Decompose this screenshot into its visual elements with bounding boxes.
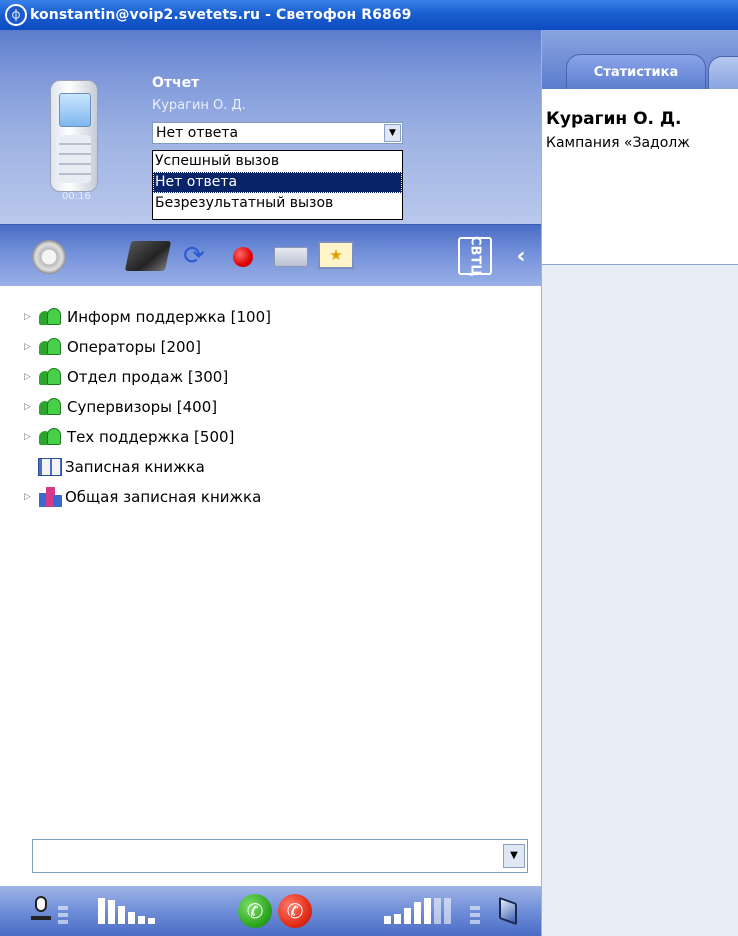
call-result-option[interactable]: Успешный вызов [153,151,402,172]
expand-icon[interactable]: ▷ [24,342,34,352]
call-timer: 00:16 [62,191,91,202]
expand-icon[interactable]: ▷ [24,402,34,412]
speaker-level-bar [470,913,480,917]
tab-next[interactable] [708,56,738,89]
speaker-level-bar [444,898,451,924]
group-icon [38,337,64,357]
shared-book-icon [38,487,62,507]
number-input[interactable]: ▼ [32,839,528,873]
left-panel: 00:16 Отчет Курагин О. Д. Нет ответа ▼ У… [0,30,541,936]
status-bar: ✆ ✆ [0,886,541,936]
call-header: 00:16 Отчет Курагин О. Д. Нет ответа ▼ У… [0,30,541,224]
window-title-bar: ⏀ konstantin@voip2.svetets.ru - Светофон… [0,0,738,30]
campaign-text: Кампания «Задолж [546,135,690,151]
speaker-level-bar [470,906,480,910]
speaker-icon[interactable] [497,896,519,926]
call-result-select[interactable]: Нет ответа ▼ [152,122,403,144]
mic-level-bar [98,898,105,924]
record-icon[interactable] [233,247,253,267]
mic-level-bar [58,920,68,924]
tree-item[interactable]: ▷ Общая записная книжка [0,482,541,512]
tree-item-label: Информ поддержка [100] [67,308,271,326]
group-icon [38,307,64,327]
mic-level-bar [148,918,155,924]
mic-level-bar [58,906,68,910]
report-label: Отчет [152,75,200,91]
contacts-tree: ▷ Информ поддержка [100] ▷ Операторы [20… [0,286,541,836]
tree-item-label: Операторы [200] [67,338,201,356]
expand-icon[interactable]: ▷ [24,432,34,442]
group-icon [38,397,64,417]
collapse-icon[interactable]: ‹ [512,243,530,269]
caller-name: Курагин О. Д. [152,98,246,113]
group-icon [38,367,64,387]
expand-icon[interactable]: ▷ [24,312,34,322]
call-result-option[interactable]: Нет ответа [153,172,402,193]
caller-name-heading: Курагин О. Д. [546,109,682,129]
tree-item[interactable]: ▷ Отдел продаж [300] [0,362,541,392]
tree-item[interactable]: ▷ Информ поддержка [100] [0,302,541,332]
svetofon-logo-icon: ⏀ [5,4,27,26]
right-panel: Статистика Курагин О. Д. Кампания «Задол… [541,30,738,936]
mic-level-bar [128,912,135,924]
call-result-dropdown: Успешный вызов Нет ответа Безрезультатны… [152,150,403,220]
phone-accept-icon: ✆ [246,899,264,923]
tree-item[interactable]: ▷ Тех поддержка [500] [0,422,541,452]
speaker-level-bar [384,916,391,924]
speaker-level-bar [404,908,411,924]
address-book-icon [38,458,62,476]
group-icon [38,427,64,447]
call-result-option[interactable]: Безрезультатный вызов [153,193,402,214]
call-result-value: Нет ответа [156,125,239,141]
tab-statistics[interactable]: Статистика [566,54,706,89]
tree-item-label: Супервизоры [400] [67,398,218,416]
gear-icon[interactable] [32,240,66,274]
phone-icon [50,80,98,192]
book-icon[interactable] [124,241,172,271]
main-toolbar: ⟳ ★ СВТЦ ‹ [0,224,541,286]
caller-info-panel: Курагин О. Д. Кампания «Задолж [542,89,738,265]
tree-item-label: Общая записная книжка [65,488,262,506]
svetets-logo-icon[interactable]: СВТЦ [458,236,492,276]
mic-level-bar [118,906,125,924]
mic-level-bar [58,913,68,917]
speaker-level-bar [424,898,431,924]
reject-call-button[interactable]: ✆ [278,894,312,928]
card-icon[interactable]: ★ [318,241,354,269]
window-title: konstantin@voip2.svetets.ru - Светофон R… [30,7,412,23]
speaker-level-bar [470,920,480,924]
speaker-level-bar [414,902,421,924]
expand-icon[interactable]: ▷ [24,372,34,382]
chevron-down-icon[interactable]: ▼ [503,844,525,868]
tree-item[interactable]: ▷ Супервизоры [400] [0,392,541,422]
speaker-level-bar [394,914,401,924]
tree-item[interactable]: ▷ Записная книжка [0,452,541,482]
tree-item[interactable]: ▷ Операторы [200] [0,332,541,362]
transfer-icon[interactable] [274,247,308,267]
mic-level-bar [108,900,115,924]
tree-item-label: Тех поддержка [500] [67,428,235,446]
expand-icon[interactable]: ▷ [24,492,34,502]
accept-call-button[interactable]: ✆ [238,894,272,928]
chevron-down-icon[interactable]: ▼ [384,124,401,142]
tree-item-label: Отдел продаж [300] [67,368,229,386]
tree-item-label: Записная книжка [65,458,205,476]
tab-bar: Статистика [542,30,738,89]
mic-level-bar [138,916,145,924]
speaker-level-bar [434,898,441,924]
phone-reject-icon: ✆ [286,899,304,923]
refresh-icon[interactable]: ⟳ [178,241,210,271]
microphone-icon[interactable] [30,896,52,924]
